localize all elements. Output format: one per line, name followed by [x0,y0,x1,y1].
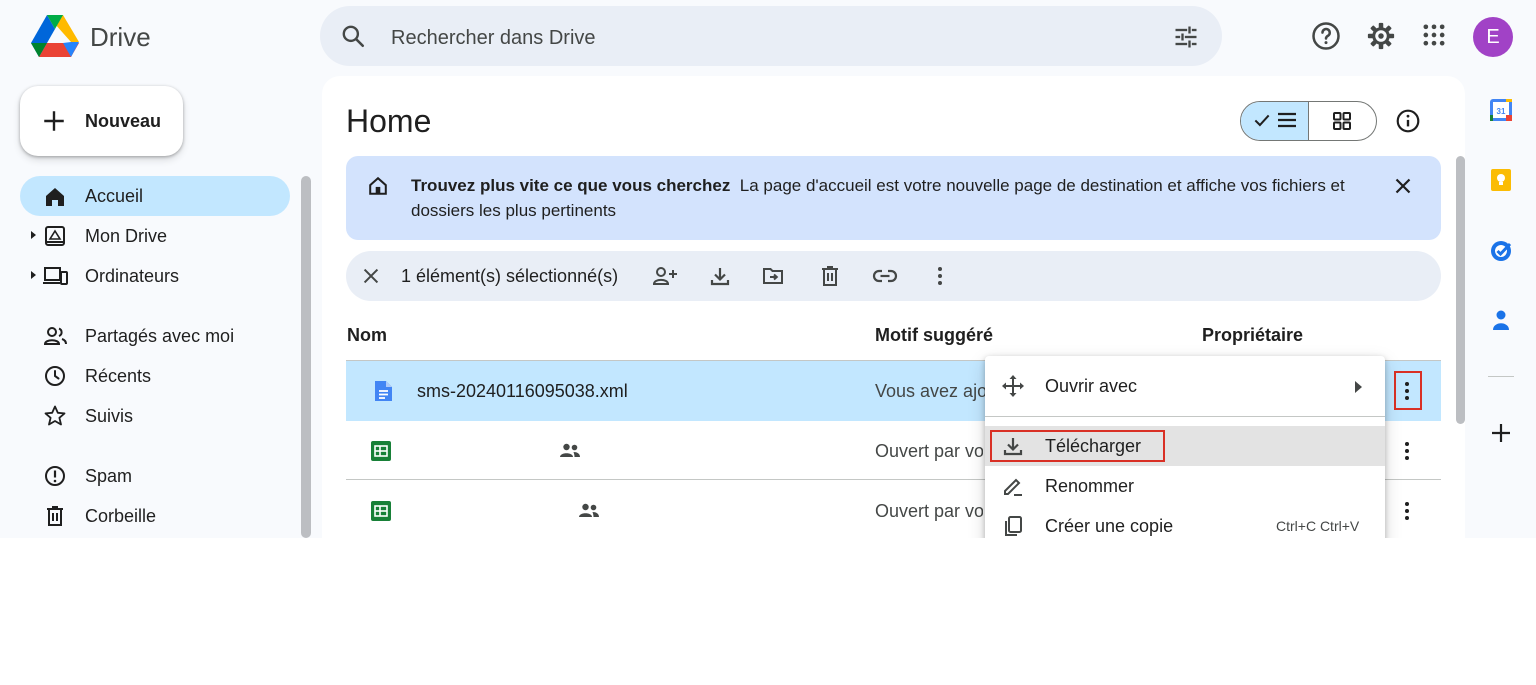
search-input[interactable]: Rechercher dans Drive [391,26,596,50]
contacts-app-icon[interactable] [1489,308,1513,332]
add-addon-plus-icon[interactable] [1489,421,1513,445]
download-icon[interactable] [708,264,732,288]
home-outline-icon [367,175,389,197]
sidebar-item-partages[interactable]: Partagés avec moi [85,325,234,347]
highlight-annotation [1394,371,1422,410]
column-header-name[interactable]: Nom [347,324,387,346]
spreadsheet-file-icon [370,440,392,462]
row-more-icon[interactable] [1396,499,1418,523]
spreadsheet-file-icon [370,500,392,522]
sidebar-item-corbeille[interactable]: Corbeille [85,505,156,527]
sidebar-item-ordinateurs[interactable]: Ordinateurs [85,265,179,287]
selection-count: 1 élément(s) sélectionné(s) [401,266,619,286]
sidebar-item-mon-drive[interactable]: Mon Drive [85,225,167,247]
column-header-owner: Propriétaire [1202,325,1304,345]
computers-icon [43,264,69,288]
grid-view-icon[interactable] [1332,111,1352,131]
suggestion-reason: Vous avez ajouté [875,381,985,401]
menu-divider [985,416,1385,417]
tasks-app-icon[interactable] [1489,239,1513,263]
shared-people-icon [578,502,600,520]
brand-name: Drive [90,22,151,52]
rail-divider [1488,376,1514,377]
shared-people-icon [43,324,69,348]
expand-caret-icon[interactable] [31,271,36,279]
copy-icon [1001,514,1025,538]
drive-logo[interactable] [30,14,80,58]
file-name[interactable]: sms-20240116095038.xml [417,380,628,402]
home-icon [43,185,67,209]
content-scrollbar[interactable] [1456,156,1465,424]
sidebar-scrollbar[interactable] [301,176,311,538]
menu-item-open-with[interactable]: Ouvrir avec [1045,375,1137,397]
spam-icon [43,464,67,488]
check-icon [1252,110,1272,130]
row-more-icon[interactable] [1396,439,1418,463]
star-icon [43,404,67,428]
info-icon[interactable] [1395,108,1421,134]
sidebar-item-spam[interactable]: Spam [85,465,132,487]
calendar-app-icon[interactable]: 31 [1489,98,1513,122]
more-actions-icon[interactable] [928,264,952,288]
submenu-arrow-icon [1355,381,1362,393]
suggestion-reason: Ouvert par vous [875,441,983,461]
my-drive-icon [43,224,67,248]
expand-caret-icon[interactable] [31,231,36,239]
document-file-icon [373,380,393,402]
sidebar-item-recents[interactable]: Récents [85,365,151,387]
drive-app: Drive Rechercher dans Drive E Nouveau Ac… [0,0,1536,538]
delete-trash-icon[interactable] [818,264,842,288]
column-header-reason: Motif suggéré [875,325,994,345]
search-icon[interactable] [340,23,366,49]
plus-icon [41,108,67,134]
shared-people-icon [559,442,581,460]
share-add-person-icon[interactable] [652,264,678,288]
highlight-annotation [990,430,1165,462]
banner-title: Trouvez plus vite ce que vous cherchez [411,176,731,195]
banner-message: Trouvez plus vite ce que vous cherchez L… [411,173,1376,223]
apps-grid-icon[interactable] [1420,21,1448,49]
move-to-folder-icon[interactable] [761,264,785,288]
menu-item-rename[interactable]: Renommer [1045,475,1134,497]
settings-gear-icon[interactable] [1366,21,1396,51]
open-with-move-icon [1001,374,1025,398]
clock-icon [43,364,67,388]
account-avatar[interactable]: E [1473,17,1513,57]
close-banner-icon[interactable] [1391,174,1415,198]
menu-item-make-copy[interactable]: Créer une copie [1045,515,1173,537]
sidebar-item-label: Accueil [85,186,144,206]
page-title: Home [346,103,432,139]
clear-selection-icon[interactable] [360,265,382,287]
search-options-icon[interactable] [1172,23,1200,51]
help-icon[interactable] [1311,21,1341,51]
keep-app-icon[interactable] [1489,168,1513,192]
svg-text:31: 31 [1497,107,1506,116]
suggestion-reason: Ouvert par vous [875,501,983,521]
new-button-label: Nouveau [85,111,162,131]
shortcut-hint: Ctrl+C Ctrl+V [1276,518,1360,534]
trash-icon [43,504,67,528]
rename-pencil-icon [1001,474,1025,498]
copy-link-icon[interactable] [872,264,898,288]
sidebar-item-suivis[interactable]: Suivis [85,405,133,427]
list-view-icon [1276,110,1298,130]
